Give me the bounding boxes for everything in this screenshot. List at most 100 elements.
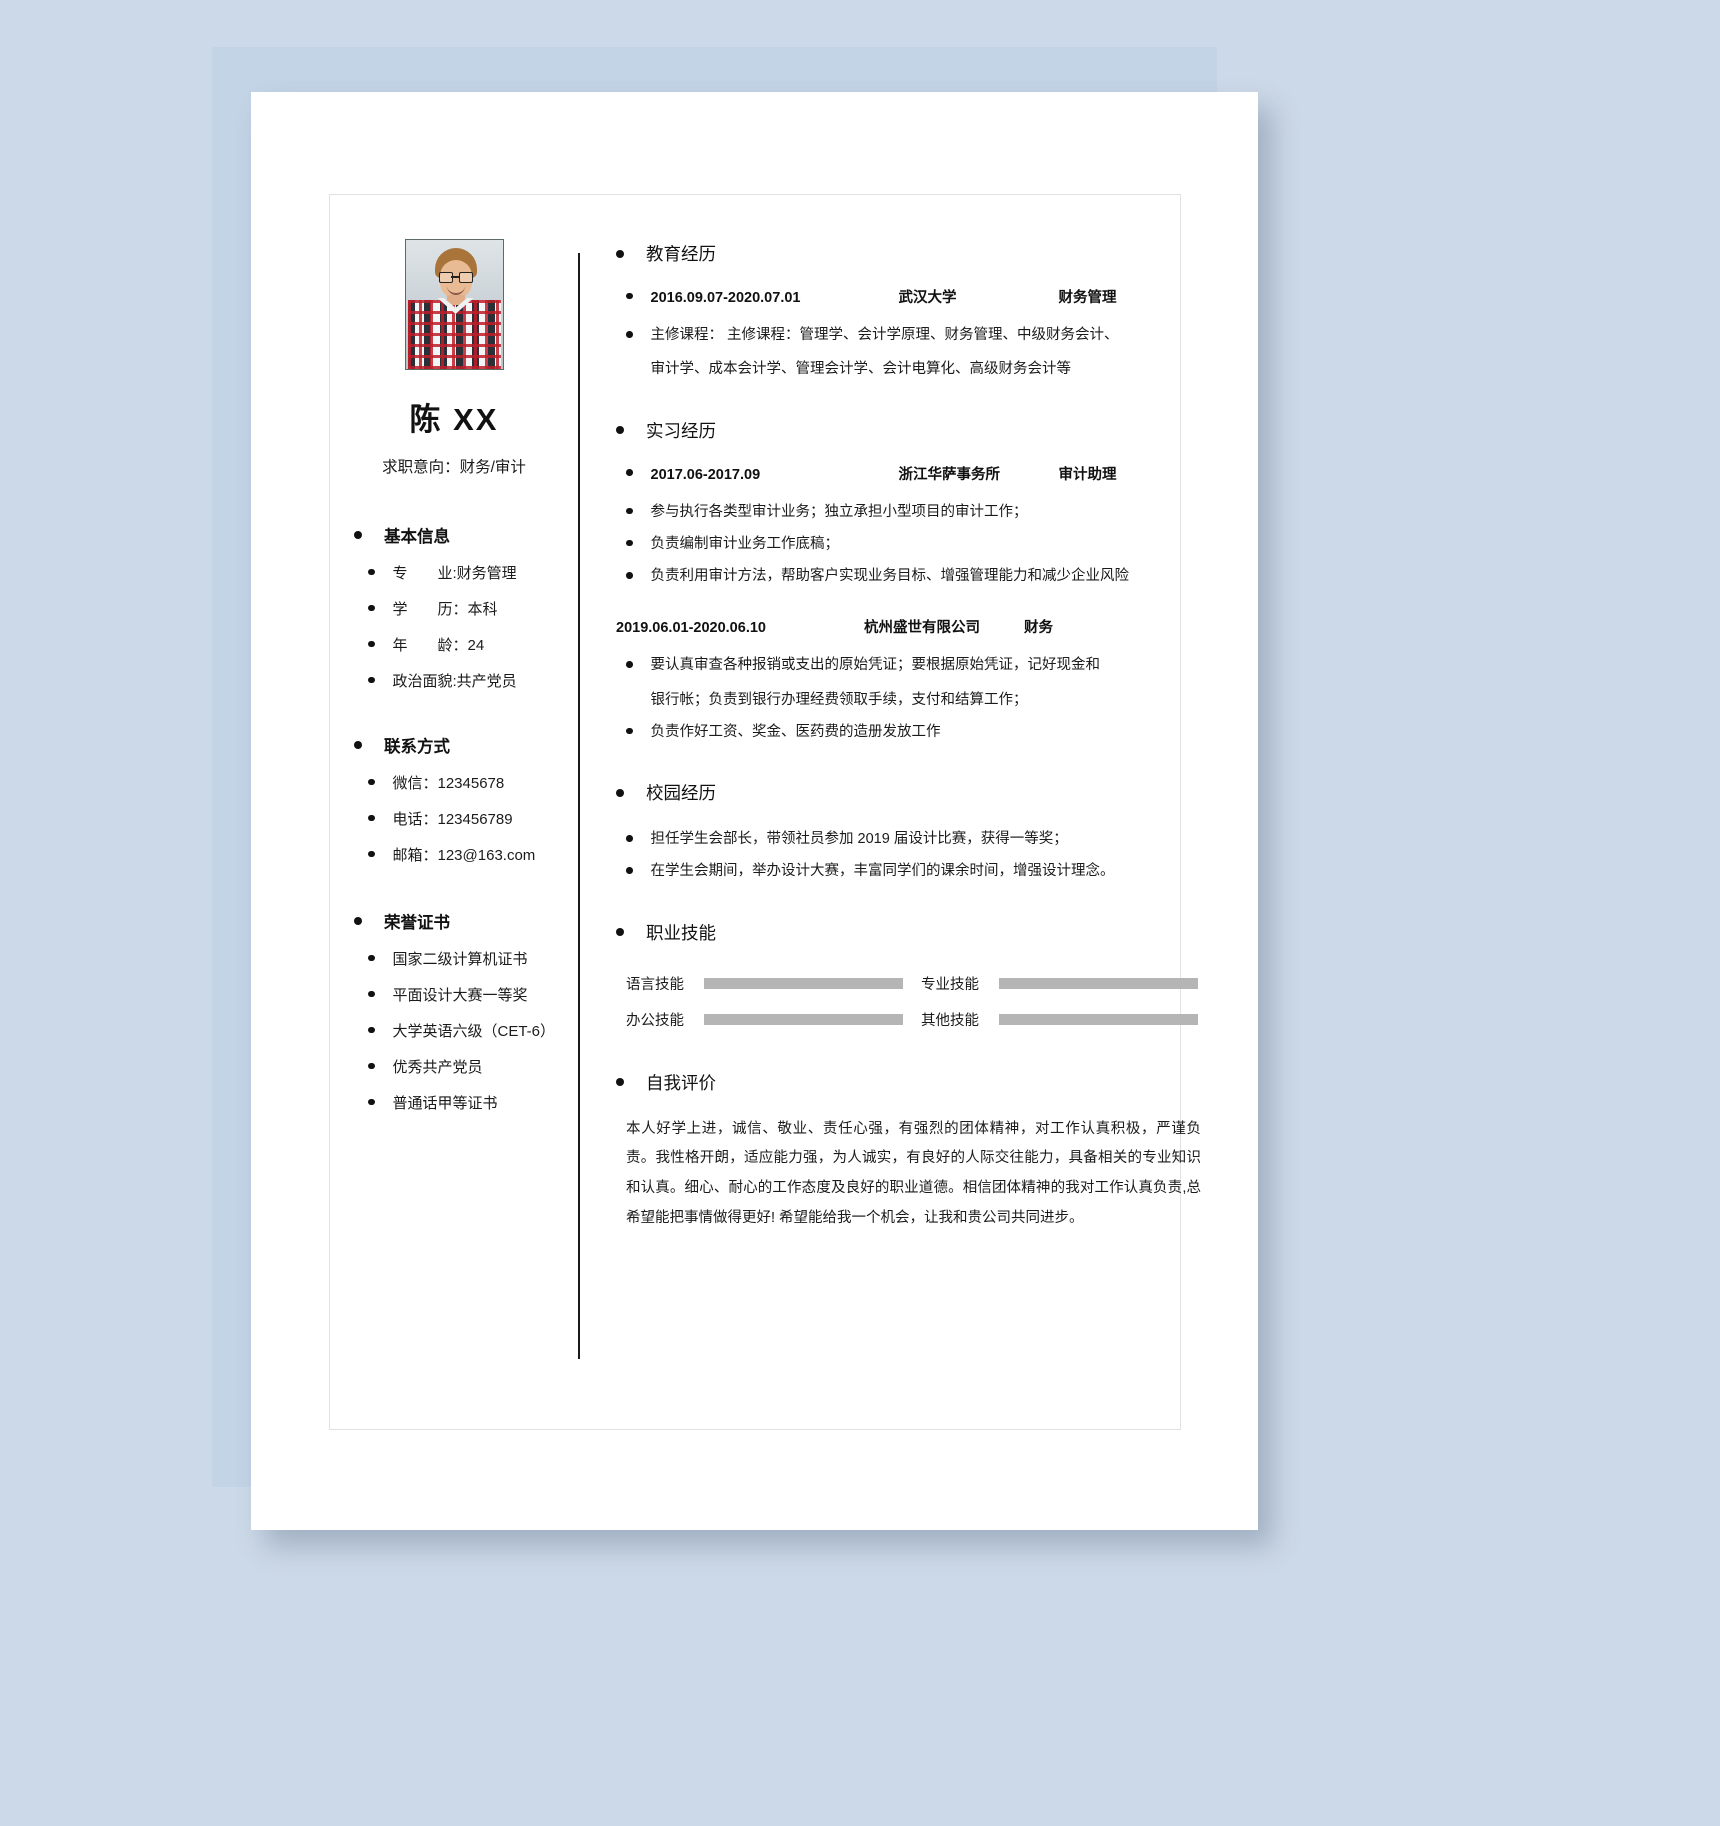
internship-entry-1-details: 参与执行各类型审计业务；独立承担小型项目的审计工作； 负责编制审计业务工作底稿；…: [616, 498, 1201, 591]
list-item: 平面设计大赛一等奖: [368, 987, 578, 1005]
bullet-dot-icon: [354, 741, 362, 749]
resume-page-sheet: 陈 XX 求职意向：财务/审计 基本信息 专 业 :财务管理 学 历 ：本科 年…: [251, 92, 1258, 1530]
contact-wechat: 微信：12345678: [392, 775, 505, 792]
internship-heading-label: 实习经历: [646, 420, 716, 441]
education-courses-line-2: 审计学、成本会计学、管理会计学、会计电算化、高级财务会计等: [650, 361, 1072, 378]
internship-entry-2: 2019.06.01-2020.06.10 杭州盛世有限公司 财务: [616, 616, 1201, 637]
bullet-dot-icon: [626, 572, 633, 579]
bullet-dot-icon: [626, 727, 633, 735]
bullet-dot-icon: [368, 990, 375, 997]
bullet-dot-icon: [626, 292, 633, 299]
list-item: 专 业 :财务管理: [368, 565, 578, 583]
campus-heading-label: 校园经历: [646, 783, 716, 804]
skill-row-language: 语言技能: [626, 973, 903, 994]
bullet-dot-icon: [368, 568, 375, 575]
list-item: 国家二级计算机证书: [368, 951, 578, 969]
basic-info-section: 基本信息 专 业 :财务管理 学 历 ：本科 年 龄 ：24 政治面貌:共产党…: [330, 523, 578, 691]
internship-entry-1-org: 浙江华萨事务所: [898, 466, 1001, 483]
contact-email: 邮箱：123@163.com: [392, 847, 536, 864]
contact-section: 联系方式 微信：12345678 电话：123456789 邮箱：123@163…: [330, 733, 578, 865]
career-objective: 求职意向：财务/审计: [382, 459, 526, 476]
internship-detail: 负责利用审计方法，帮助客户实现业务目标、增强管理能力和减少企业风险: [650, 568, 1130, 585]
profile-photo: [404, 239, 504, 370]
list-item: 微信：12345678: [368, 775, 578, 793]
internship-detail: 参与执行各类型审计业务；独立承担小型项目的审计工作；: [650, 503, 1028, 520]
campus-list: 担任学生会部长，带领社员参加 2019 届设计比赛，获得一等奖； 在学生会期间，…: [616, 825, 1201, 886]
bullet-dot-icon: [368, 640, 375, 647]
education-entry-date: 2016.09.07-2020.07.01: [650, 290, 801, 306]
honors-section: 荣誉证书 国家二级计算机证书 平面设计大赛一等奖 大学英语六级（CET-6） 优…: [330, 909, 578, 1113]
contact-phone: 电话：123456789: [392, 811, 513, 828]
skill-label: 语言技能: [626, 976, 684, 993]
skill-bar-track: [999, 977, 1198, 989]
campus-detail: 在学生会期间，举办设计大赛，丰富同学们的课余时间，增强设计理念。: [650, 863, 1115, 880]
education-heading: 教育经历: [616, 241, 1201, 266]
honor-item: 平面设计大赛一等奖: [392, 987, 528, 1004]
basic-info-heading-label: 基本信息: [384, 528, 450, 546]
honor-item: 国家二级计算机证书: [392, 951, 528, 968]
campus-heading: 校园经历: [616, 780, 1201, 805]
bullet-dot-icon: [616, 426, 624, 435]
left-sidebar: 陈 XX 求职意向：财务/审计 基本信息 专 业 :财务管理 学 历 ：本科 年…: [330, 195, 578, 1429]
contact-heading: 联系方式: [354, 733, 578, 757]
internship-detail-line-2: 银行帐；负责到银行办理经费领取手续，支付和结算工作；: [650, 691, 1028, 708]
list-item: 普通话甲等证书: [368, 1095, 578, 1113]
honors-heading: 荣誉证书: [354, 909, 578, 933]
bullet-dot-icon: [626, 539, 633, 547]
bullet-dot-icon: [616, 249, 624, 258]
skill-row-professional: 专业技能: [921, 973, 1198, 994]
education-entry: 2016.09.07-2020.07.01 武汉大学 财务管理: [616, 286, 1201, 307]
basic-info-heading: 基本信息: [354, 523, 578, 547]
resume-content-area: 陈 XX 求职意向：财务/审计 基本信息 专 业 :财务管理 学 历 ：本科 年…: [330, 195, 1201, 1429]
photo-glasses-right-icon: [458, 272, 473, 283]
main-content: 教育经历 2016.09.07-2020.07.01 武汉大学 财务管理 主修课…: [578, 195, 1227, 1429]
basic-info-value: :财务管理: [452, 565, 517, 582]
bullet-dot-icon: [368, 1026, 375, 1033]
list-item: 负责作好工资、奖金、医药费的造册发放工作: [626, 718, 1201, 746]
basic-info-value: :共产党员: [452, 673, 517, 690]
basic-info-value: ：24: [452, 637, 485, 654]
bullet-dot-icon: [368, 676, 375, 683]
skill-bar-track: [704, 1013, 903, 1025]
bullet-dot-icon: [626, 835, 633, 842]
list-item: 邮箱：123@163.com: [368, 847, 578, 865]
list-item: 优秀共产党员: [368, 1059, 578, 1077]
skills-heading: 职业技能: [616, 920, 1201, 945]
bullet-dot-icon: [368, 604, 375, 611]
bullet-dot-icon: [368, 778, 375, 785]
bullet-dot-icon: [368, 850, 375, 857]
skills-grid: 语言技能 专业技能 办公技能 其他技能: [626, 973, 1198, 1030]
bullet-dot-icon: [616, 928, 624, 937]
bullet-dot-icon: [626, 661, 633, 668]
education-heading-label: 教育经历: [646, 244, 716, 264]
basic-info-key: 政治面貌: [392, 673, 453, 690]
education-courses-list: 主修课程： 主修课程：管理学、会计学原理、财务管理、中级财务会计、: [616, 321, 1201, 349]
contact-heading-label: 联系方式: [384, 738, 450, 756]
skill-row-office: 办公技能: [626, 1009, 903, 1030]
internship-entry-2-role: 财务: [1024, 620, 1053, 637]
skills-heading-label: 职业技能: [646, 922, 716, 943]
list-item: 担任学生会部长，带领社员参加 2019 届设计比赛，获得一等奖；: [626, 825, 1201, 853]
bullet-dot-icon: [626, 331, 633, 338]
skill-row-other: 其他技能: [921, 1009, 1198, 1030]
list-item: 参与执行各类型审计业务；独立承担小型项目的审计工作；: [626, 498, 1201, 526]
honor-item: 普通话甲等证书: [392, 1095, 498, 1112]
honors-list: 国家二级计算机证书 平面设计大赛一等奖 大学英语六级（CET-6） 优秀共产党员…: [354, 951, 578, 1113]
honor-item: 大学英语六级（CET-6）: [392, 1023, 556, 1040]
internship-entry-2-org: 杭州盛世有限公司: [864, 620, 980, 637]
column-divider: [578, 253, 580, 1359]
bullet-dot-icon: [626, 507, 633, 515]
campus-detail: 担任学生会部长，带领社员参加 2019 届设计比赛，获得一等奖；: [650, 831, 1068, 848]
self-evaluation-heading-label: 自我评价: [646, 1072, 716, 1093]
list-item: 主修课程： 主修课程：管理学、会计学原理、财务管理、中级财务会计、: [626, 321, 1201, 349]
contact-list: 微信：12345678 电话：123456789 邮箱：123@163.com: [354, 775, 578, 865]
bullet-dot-icon: [616, 1078, 624, 1087]
bullet-dot-icon: [626, 469, 633, 476]
internship-heading: 实习经历: [616, 418, 1201, 443]
education-courses-line-1: 主修课程： 主修课程：管理学、会计学原理、财务管理、中级财务会计、: [650, 327, 1119, 343]
bullet-dot-icon: [354, 917, 362, 925]
honor-item: 优秀共产党员: [392, 1059, 483, 1076]
skill-label: 其他技能: [921, 1012, 979, 1029]
internship-detail-line-3: 负责作好工资、奖金、医药费的造册发放工作: [650, 723, 941, 740]
basic-info-value: ：本科: [452, 601, 498, 618]
